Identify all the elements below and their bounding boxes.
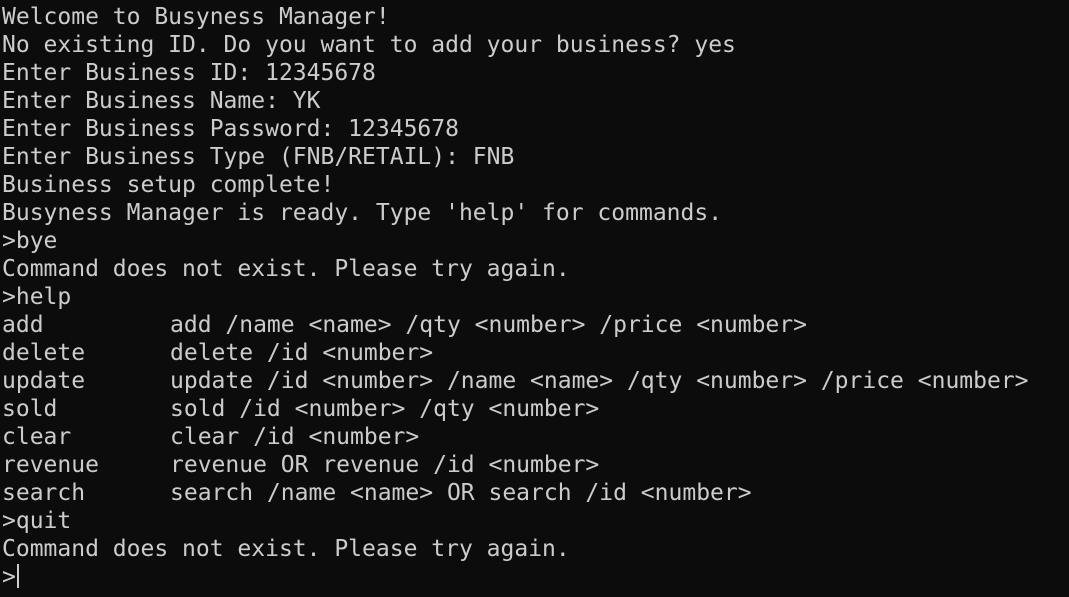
help-row-clear: clear clear /id <number> (2, 423, 1069, 451)
help-row-add: add add /name <name> /qty <number> /pric… (2, 311, 1069, 339)
help-row-revenue: revenue revenue OR revenue /id <number> (2, 451, 1069, 479)
prompt-symbol: > (2, 564, 16, 590)
help-row-search: search search /name <name> OR search /id… (2, 479, 1069, 507)
business-type-line: Enter Business Type (FNB/RETAIL): FNB (2, 144, 515, 170)
business-name-line: Enter Business Name: YK (2, 88, 321, 114)
error-line: Command does not exist. Please try again… (2, 536, 570, 562)
help-command-name: sold (2, 396, 58, 422)
text-cursor (16, 564, 19, 588)
help-row-delete: delete delete /id <number> (2, 339, 1069, 367)
input-bye-line: >bye (2, 228, 58, 254)
help-command-usage: clear /id <number> (170, 424, 420, 450)
welcome-line: Welcome to Busyness Manager! (2, 4, 390, 30)
help-command-name: update (2, 368, 86, 394)
help-command-usage: delete /id <number> (170, 340, 434, 366)
help-row-update: update update /id <number> /name <name> … (2, 367, 1069, 395)
help-command-name: search (2, 480, 86, 506)
help-command-usage: add /name <name> /qty <number> /price <n… (170, 312, 807, 338)
no-id-prompt-line: No existing ID. Do you want to add your … (2, 32, 736, 58)
ready-line: Busyness Manager is ready. Type 'help' f… (2, 200, 723, 226)
help-command-name: add (2, 312, 44, 338)
setup-complete-line: Business setup complete! (2, 172, 335, 198)
help-command-usage: search /name <name> OR search /id <numbe… (170, 480, 752, 506)
help-command-usage: revenue OR revenue /id <number> (170, 452, 600, 478)
business-password-line: Enter Business Password: 12345678 (2, 116, 459, 142)
terminal-window[interactable]: Welcome to Busyness Manager! No existing… (0, 0, 1069, 597)
help-command-name: revenue (2, 452, 99, 478)
help-command-name: clear (2, 424, 72, 450)
input-quit-line: >quit (2, 508, 72, 534)
command-input-line[interactable]: > (2, 563, 1069, 591)
help-command-usage: sold /id <number> /qty <number> (170, 396, 600, 422)
help-row-sold: sold sold /id <number> /qty <number> (2, 395, 1069, 423)
help-command-name: delete (2, 340, 86, 366)
help-command-usage: update /id <number> /name <name> /qty <n… (170, 368, 1029, 394)
error-line: Command does not exist. Please try again… (2, 256, 570, 282)
input-help-line: >help (2, 284, 72, 310)
business-id-line: Enter Business ID: 12345678 (2, 60, 376, 86)
